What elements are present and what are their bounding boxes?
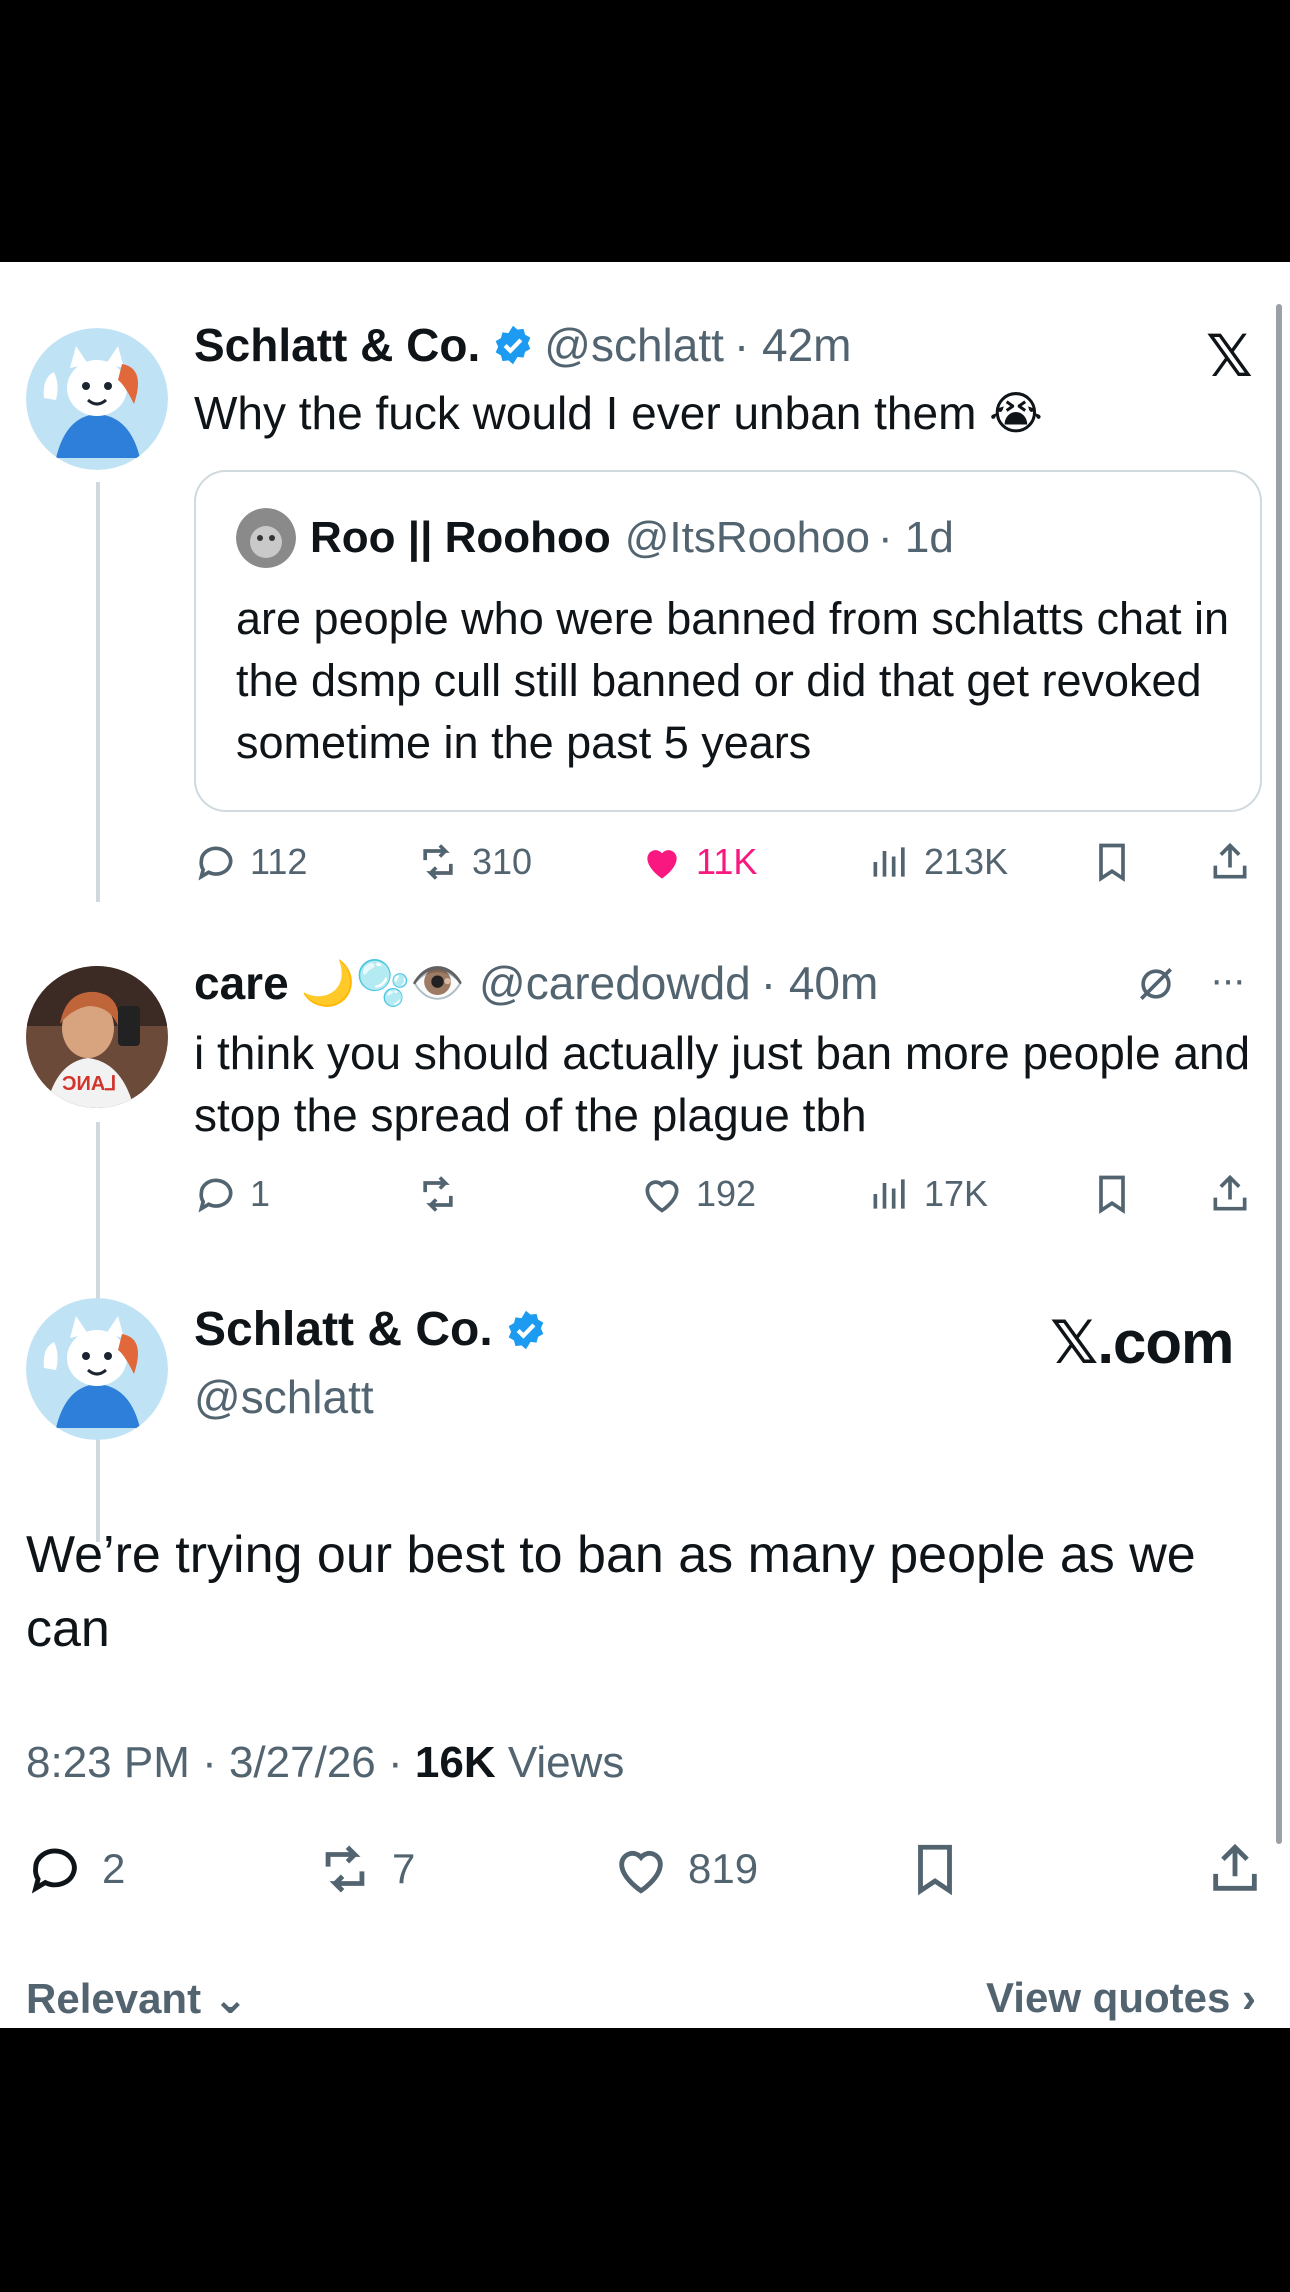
- reply-count: 112: [250, 841, 308, 882]
- like-count: 192: [696, 1173, 757, 1214]
- x-com-watermark: 𝕏.com: [1050, 1309, 1234, 1376]
- tweet2-actions: 1 192 17K: [194, 1172, 1274, 1232]
- heart-icon: [619, 1850, 663, 1894]
- author-name[interactable]: Schlatt & Co.: [194, 1302, 493, 1357]
- author-handle[interactable]: @schlatt: [194, 1370, 374, 1424]
- like-count: 11K: [696, 841, 758, 882]
- reply-button[interactable]: 2: [26, 1840, 125, 1898]
- author-handle[interactable]: @caredowdd: [479, 956, 751, 1010]
- tweet2-text: i think you should actually just ban mor…: [194, 1027, 1251, 1141]
- grok-icon[interactable]: [1134, 962, 1178, 1006]
- share-button[interactable]: [1206, 1840, 1282, 1898]
- views-count: 17K: [924, 1173, 989, 1214]
- tweet2-header: care 🌙🫧👁️ @caredowdd · 40m: [194, 956, 878, 1010]
- scrollbar[interactable]: [1276, 304, 1282, 1844]
- bookmark-icon: [1099, 843, 1125, 882]
- care-avatar[interactable]: ƆИA⅃: [26, 966, 168, 1108]
- share-button[interactable]: [1208, 840, 1264, 884]
- author-name[interactable]: care: [194, 956, 289, 1010]
- quote-text: are people who were banned from schlatts…: [236, 593, 1230, 768]
- views-icon: [873, 847, 905, 877]
- more-options-icon[interactable]: ···: [1210, 958, 1246, 1003]
- timestamp: 8:23 PM · 3/27/26 ·: [26, 1738, 415, 1787]
- repost-button[interactable]: [416, 1172, 472, 1216]
- svg-text:ƆИA⅃: ƆИA⅃: [62, 1073, 116, 1095]
- author-name[interactable]: Schlatt & Co.: [194, 318, 480, 372]
- views-button[interactable]: 17K: [868, 1172, 988, 1216]
- quote-author-handle[interactable]: @ItsRoohoo: [625, 513, 870, 563]
- tweet3-text: We’re trying our best to ban as many peo…: [26, 1526, 1196, 1658]
- replies-footer: Relevant ⌄ View quotes ›: [26, 1974, 1266, 2023]
- thread-line: [96, 482, 100, 902]
- views-icon: [873, 1179, 905, 1209]
- quote-header: Roo || Roohoo @ItsRoohoo · 1d: [236, 508, 954, 568]
- like-button[interactable]: 819: [612, 1840, 758, 1898]
- reply-count: 1: [250, 1173, 271, 1214]
- verified-badge-icon: [495, 325, 531, 365]
- tweet1-header: Schlatt & Co. @schlatt · 42m: [194, 318, 852, 372]
- bookmark-icon: [918, 1844, 952, 1896]
- repost-count: 7: [392, 1845, 416, 1892]
- quote-time: · 1d: [878, 513, 954, 562]
- name-emoji: 🌙🫧👁️: [300, 959, 466, 1008]
- bookmark-button[interactable]: [906, 1840, 982, 1898]
- views-button[interactable]: 213K: [868, 840, 1008, 884]
- share-icon: [1213, 842, 1247, 879]
- schlatt-avatar[interactable]: [26, 328, 168, 470]
- reply-button[interactable]: 112: [194, 840, 307, 884]
- repost-icon: [325, 1845, 365, 1893]
- tweet3-author: Schlatt & Co.: [194, 1302, 557, 1357]
- view-quotes-link[interactable]: View quotes ›: [986, 1974, 1256, 2022]
- tweet3-actions: 2 7 819: [26, 1840, 1266, 1910]
- schlatt-avatar[interactable]: [26, 1298, 168, 1440]
- tweet1-actions: 112 310 11K 213K: [194, 840, 1274, 900]
- like-button[interactable]: 11K: [640, 840, 757, 884]
- tweet1-text: Why the fuck would I ever unban them 😭: [194, 387, 1043, 439]
- reply-icon: [198, 846, 233, 881]
- bookmark-button[interactable]: [1090, 840, 1146, 884]
- quote-author-name[interactable]: Roo || Roohoo: [310, 513, 611, 563]
- heart-filled-icon: [647, 850, 677, 879]
- share-icon: [1213, 1174, 1247, 1211]
- reply-icon: [31, 1848, 77, 1894]
- views-count: 213K: [924, 841, 1009, 882]
- like-count: 819: [688, 1845, 759, 1892]
- repost-button[interactable]: 310: [416, 840, 532, 884]
- reply-icon: [198, 1178, 233, 1213]
- roohoo-avatar[interactable]: [236, 508, 296, 568]
- bookmark-icon: [1099, 1175, 1125, 1214]
- repost-icon: [423, 844, 453, 880]
- views-number: 16K: [414, 1738, 496, 1787]
- tweet-time[interactable]: · 40m: [761, 956, 879, 1010]
- tweet-time[interactable]: · 42m: [734, 318, 852, 372]
- top-black-bar: [0, 0, 1290, 262]
- reply-count: 2: [102, 1845, 126, 1892]
- sort-dropdown[interactable]: Relevant ⌄: [26, 1975, 248, 2022]
- views-label: Views: [495, 1738, 625, 1787]
- tweet-meta: 8:23 PM · 3/27/26 · 16K Views: [26, 1738, 624, 1788]
- quoted-tweet[interactable]: Roo || Roohoo @ItsRoohoo · 1d are people…: [194, 470, 1262, 812]
- bottom-black-bar: [0, 2028, 1290, 2292]
- heart-icon: [645, 1180, 679, 1213]
- author-handle[interactable]: @schlatt: [544, 318, 724, 372]
- repost-button[interactable]: 7: [316, 1840, 415, 1898]
- x-logo-icon[interactable]: 𝕏: [1206, 322, 1253, 390]
- reply-button[interactable]: 1: [194, 1172, 270, 1216]
- repost-icon: [423, 1176, 453, 1212]
- repost-count: 310: [472, 841, 533, 882]
- share-button[interactable]: [1208, 1172, 1264, 1216]
- share-icon: [1213, 1843, 1257, 1891]
- verified-badge-icon: [508, 1310, 544, 1349]
- thread-panel: Schlatt & Co. @schlatt · 42m 𝕏 Why the f…: [0, 262, 1290, 2028]
- like-button[interactable]: 192: [640, 1172, 756, 1216]
- bookmark-button[interactable]: [1090, 1172, 1146, 1216]
